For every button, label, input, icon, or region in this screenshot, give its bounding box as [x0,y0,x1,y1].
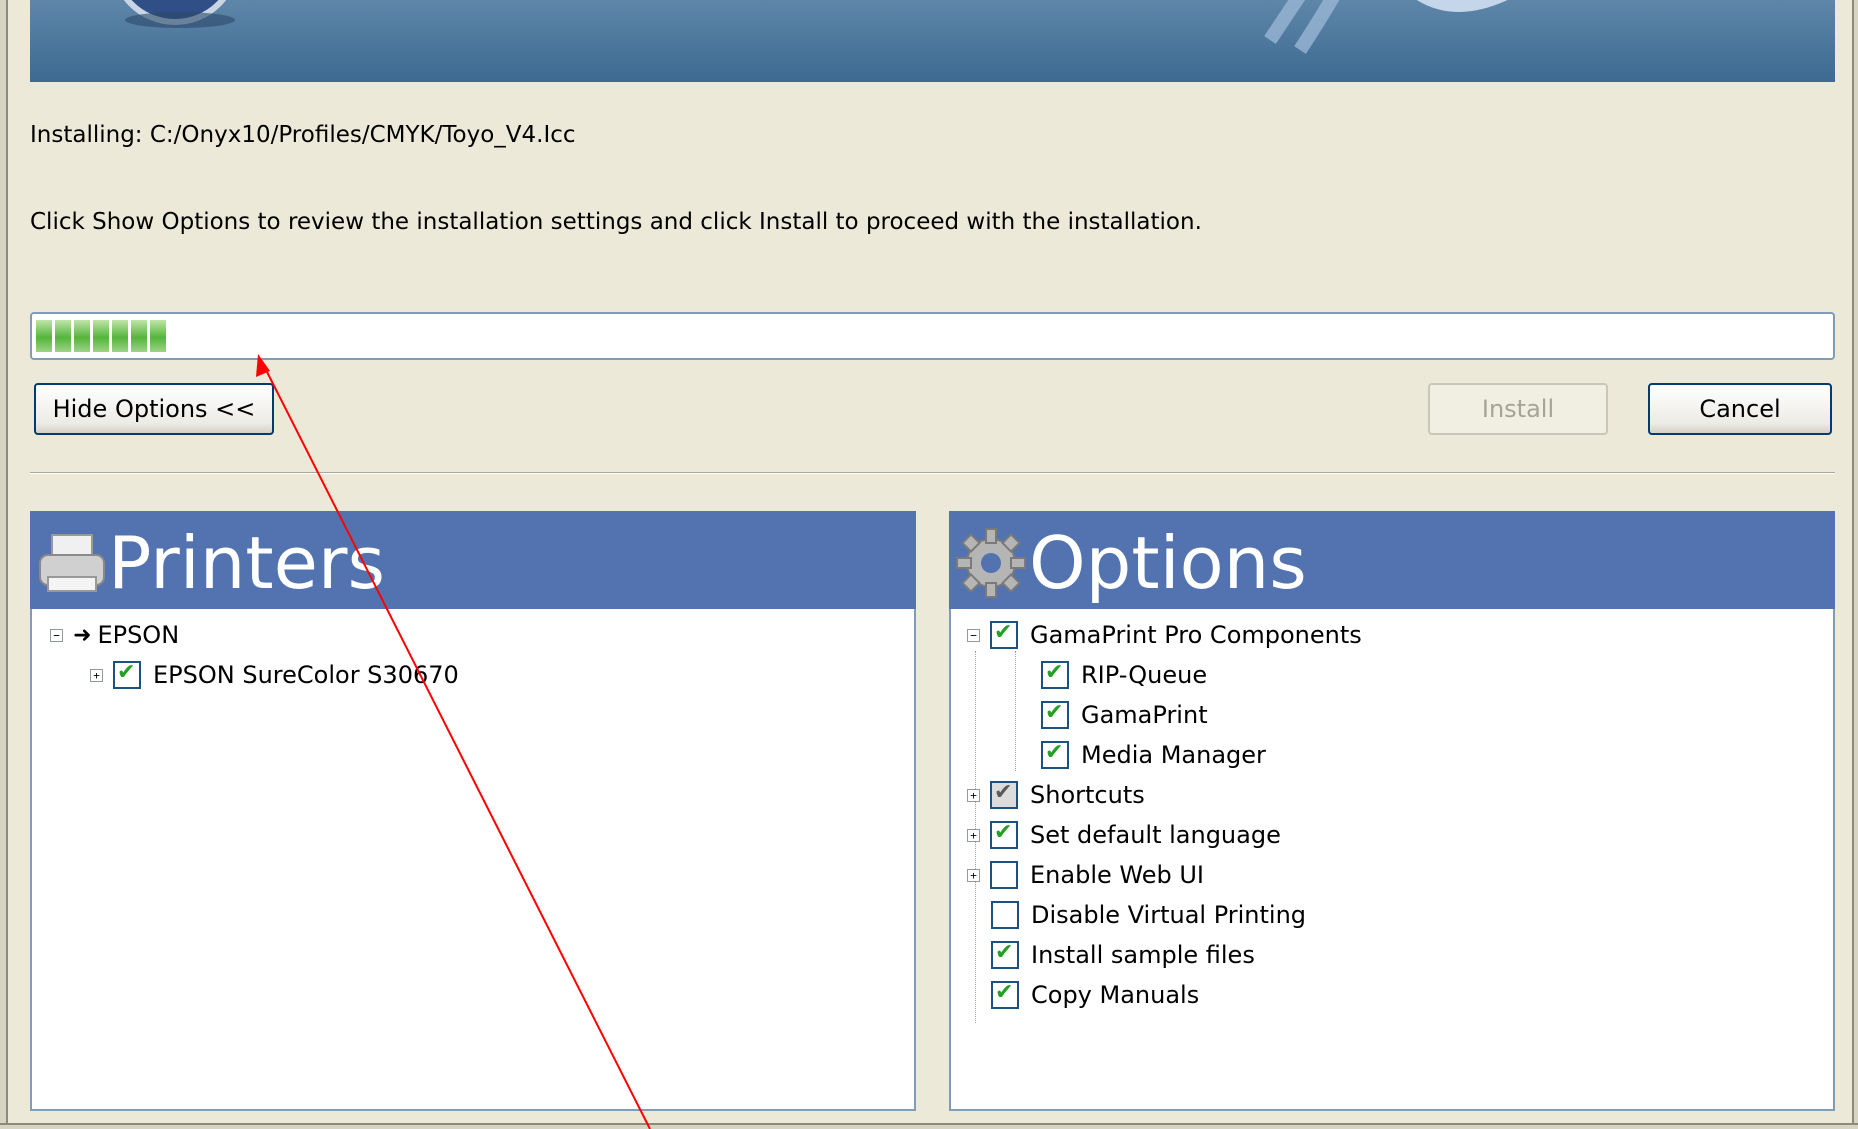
progress-segment [93,320,109,352]
option-label: GamaPrint [1081,701,1208,729]
instructions-text: Click Show Options to review the install… [30,209,1202,235]
option-shortcuts[interactable]: + Shortcuts [967,777,1145,813]
expand-icon[interactable]: + [90,668,103,682]
option-label: Copy Manuals [1031,981,1200,1009]
expand-icon[interactable]: + [967,868,980,882]
option-label: Shortcuts [1030,781,1145,809]
progress-segment [55,320,71,352]
option-label: Install sample files [1031,941,1255,969]
option-checkbox[interactable] [991,901,1019,929]
progress-segment [131,320,147,352]
option-media-manager[interactable]: Media Manager [1041,737,1266,773]
option-enable-web-ui[interactable]: + Enable Web UI [967,857,1204,893]
option-label: RIP-Queue [1081,661,1208,689]
progress-segment [36,320,52,352]
progress-fill [36,320,166,352]
option-label: Disable Virtual Printing [1031,901,1307,929]
printers-header: Printers [30,511,916,609]
window-frame-left [0,0,8,1129]
header-banner [30,0,1835,82]
printers-title: Printers [108,521,386,605]
option-rip-queue[interactable]: RIP-Queue [1041,657,1207,693]
expand-icon[interactable]: + [967,788,980,802]
window-frame-right [1852,0,1858,1129]
progress-segment [74,320,90,352]
tree-connector [1015,651,1016,771]
option-checkbox[interactable] [990,620,1018,649]
tree-item-label: EPSON SureColor S30670 [153,661,459,689]
option-set-default-language[interactable]: + Set default language [967,817,1281,853]
printers-panel: Printers − ➜ EPSON + EPSON SureColor S30… [30,511,916,1111]
tree-item-label: EPSON [97,621,180,649]
progress-bar [30,312,1835,360]
install-button[interactable]: Install [1428,383,1608,435]
hide-options-button[interactable]: Hide Options << [34,383,274,435]
separator [30,472,1835,474]
printer-checkbox[interactable] [113,660,141,689]
option-label: Set default language [1030,821,1281,849]
option-checkbox[interactable] [990,861,1018,889]
gear-icon [956,528,1026,598]
option-gamaprint[interactable]: GamaPrint [1041,697,1208,733]
cancel-button[interactable]: Cancel [1648,383,1832,435]
option-checkbox[interactable] [990,780,1018,809]
option-checkbox[interactable] [1041,700,1069,729]
option-checkbox[interactable] [991,980,1019,1009]
options-title: Options [1029,521,1307,605]
option-label: Media Manager [1081,741,1266,769]
options-header: Options [949,511,1835,609]
installer-window: Installing: C:/Onyx10/Profiles/CMYK/Toyo… [0,0,1858,1129]
option-gamaprint-pro-components[interactable]: − GamaPrint Pro Components [967,617,1362,653]
option-checkbox[interactable] [1041,660,1069,689]
option-checkbox[interactable] [1041,740,1069,769]
expand-icon[interactable]: + [967,828,980,842]
banner-wordmark-icon [1264,0,1508,54]
window-frame-bottom [0,1123,1858,1129]
option-install-sample-files[interactable]: Install sample files [991,937,1255,973]
tree-item-epson[interactable]: − ➜ EPSON [50,617,179,653]
option-copy-manuals[interactable]: Copy Manuals [991,977,1199,1013]
product-logo-icon [123,0,235,28]
progress-segment [150,320,166,352]
option-checkbox[interactable] [991,940,1019,969]
tree-item-epson-surecolor[interactable]: + EPSON SureColor S30670 [90,657,459,693]
collapse-icon[interactable]: − [50,628,63,642]
option-checkbox[interactable] [990,820,1018,849]
collapse-icon[interactable]: − [967,628,980,642]
arrow-right-icon: ➜ [73,622,92,648]
progress-segment [112,320,128,352]
printer-icon [39,534,105,592]
options-panel: Options − GamaPrint Pro Components RIP-Q… [949,511,1835,1111]
option-label: Enable Web UI [1030,861,1204,889]
option-label: GamaPrint Pro Components [1030,621,1362,649]
option-disable-virtual-printing[interactable]: Disable Virtual Printing [991,897,1306,933]
installing-status: Installing: C:/Onyx10/Profiles/CMYK/Toyo… [30,122,576,148]
